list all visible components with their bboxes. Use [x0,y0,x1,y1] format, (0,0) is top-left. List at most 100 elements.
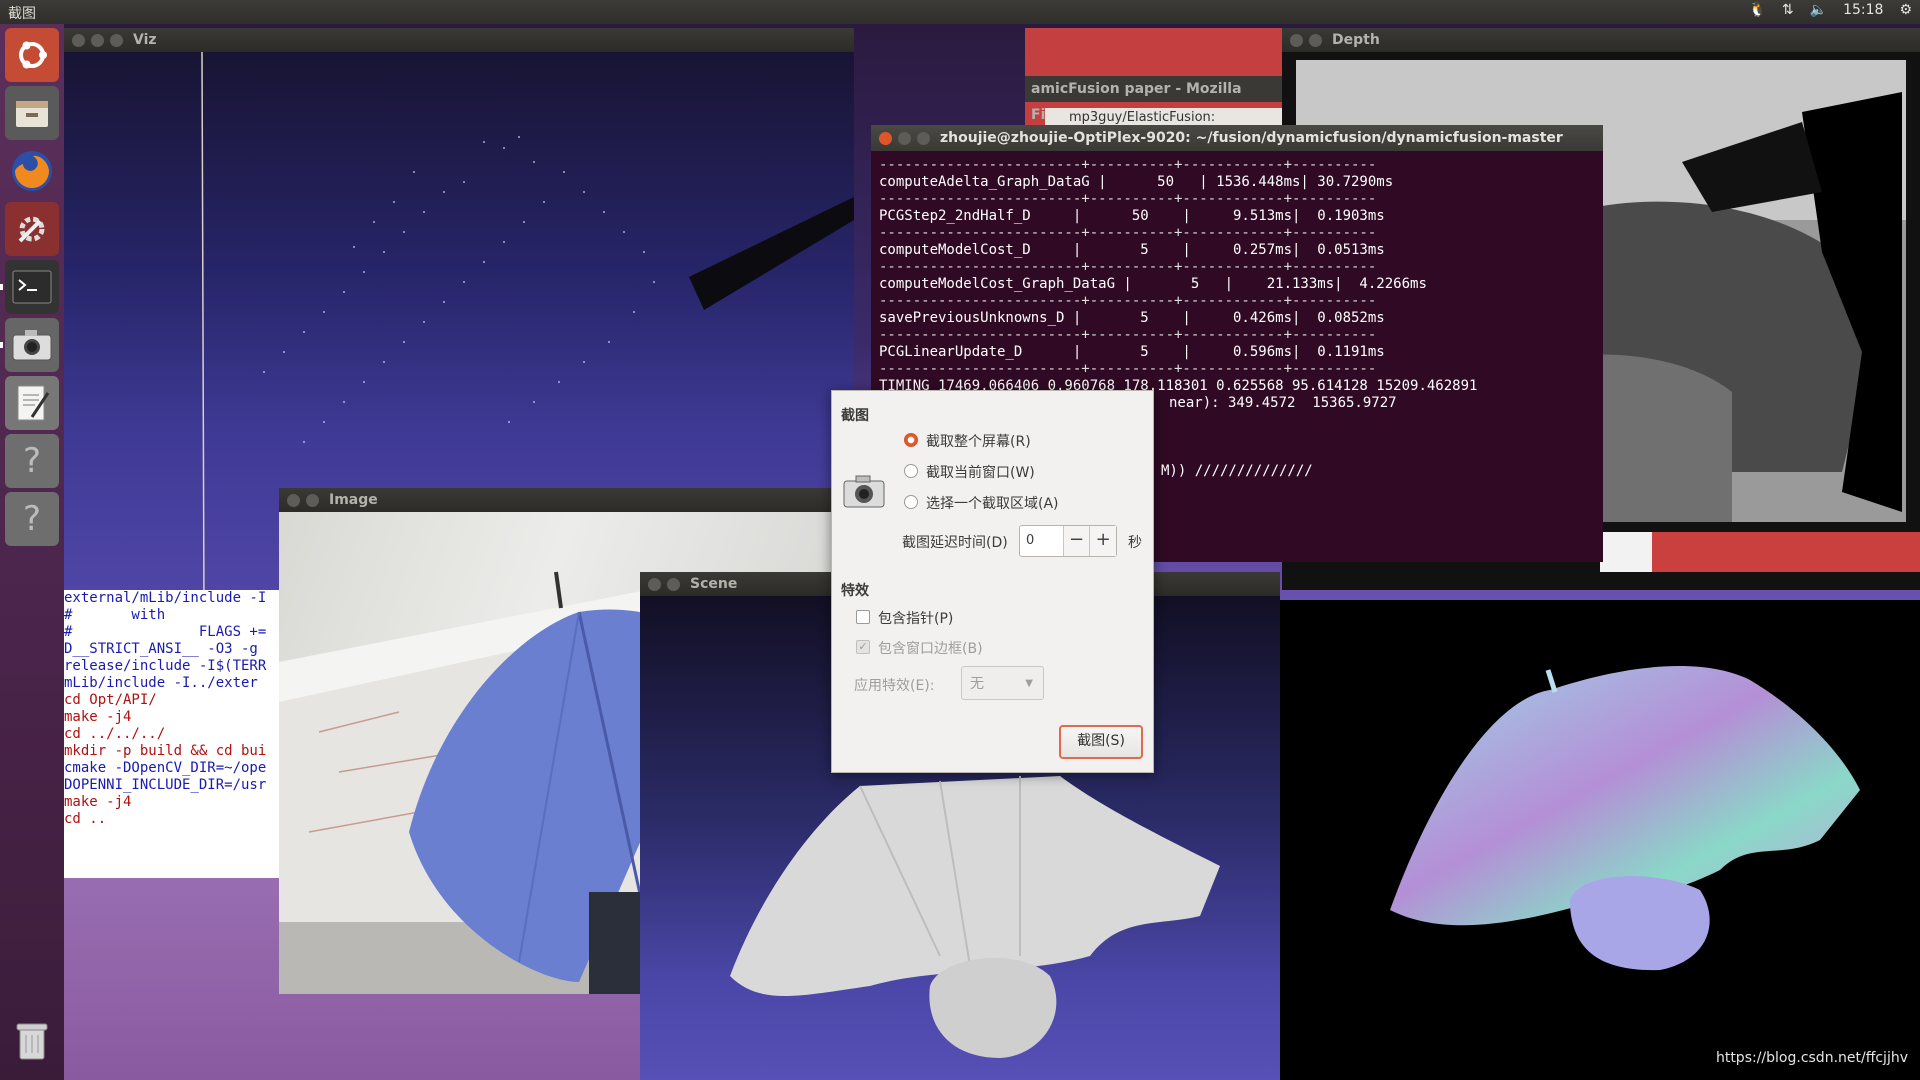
depth-titlebar[interactable]: Depth [1282,28,1920,52]
clock[interactable]: 15:18 [1843,2,1883,18]
viz-title: Viz [133,32,157,48]
table-separator: ------------------------+----------+----… [879,191,1377,207]
close-icon[interactable] [648,577,661,591]
code-line: external/mLib/include -I [64,590,267,606]
image-title: Image [329,492,378,508]
table-separator: ------------------------+----------+----… [879,225,1377,241]
code-line: cd .. [64,811,107,827]
active-app-title: 截图 [8,6,36,22]
radio-select-area[interactable] [904,495,918,509]
viz-titlebar[interactable]: Viz [64,28,854,52]
system-tray: 🐧 ⇅ 🔈 15:18 ⚙ [1748,2,1912,18]
radio-label-whole-screen: 截取整个屏幕(R) [926,434,1031,450]
text-editor-icon[interactable] [5,376,59,430]
launcher: ? ? [0,24,64,1080]
delay-value[interactable]: 0 [1020,526,1063,556]
delay-spinner[interactable]: 0 − + [1019,525,1117,557]
firefox-titlebar[interactable]: amicFusion paper - Mozilla Firefox [1025,76,1283,123]
table-separator: ------------------------+----------+----… [879,327,1377,343]
table-row: computeModelCost_Graph_DataG | 5 | 21.13… [879,276,1427,292]
keyboard-icon[interactable]: 🐧 [1748,2,1765,18]
code-line: mLib/include -I../exter [64,675,258,691]
minimize-icon[interactable] [1309,33,1322,47]
decrement-button[interactable]: − [1062,526,1090,556]
take-screenshot-button[interactable]: 截图(S) [1059,725,1143,759]
code-line: cd ../../../ [64,726,166,742]
code-line: make -j4 [64,794,132,810]
network-icon[interactable]: ⇅ [1782,2,1794,18]
normals-render [1280,600,1920,1080]
code-line: mkdir -p build && cd bui [64,743,267,759]
depth-title: Depth [1332,32,1380,48]
table-row: PCGStep2_2ndHalf_D | 50 | 9.513ms| 0.190… [879,208,1385,224]
screenshot-icon[interactable] [5,318,59,372]
firefox-window: amicFusion paper - Mozilla Firefox mp3gu… [1025,28,1283,128]
firefox-icon[interactable] [5,144,59,198]
table-row: computeModelCost_D | 5 | 0.257ms| 0.0513… [879,242,1385,258]
include-pointer-label: 包含指针(P) [878,611,954,627]
maximize-icon[interactable] [110,33,123,47]
terminal-icon[interactable] [5,260,59,314]
trash-icon[interactable] [5,1014,59,1068]
running-indicator [0,342,3,348]
background-window-fragment [1600,532,1652,572]
code-line: release/include -I$(TERR [64,658,267,674]
camera-icon [842,473,886,513]
include-border-label: 包含窗口边框(B) [878,641,983,657]
apply-effect-combo[interactable]: 无 ▼ [961,666,1044,700]
ubuntu-icon[interactable] [5,28,59,82]
maximize-icon[interactable] [917,131,930,145]
code-line: # with [64,607,166,623]
capture-section-title: 截图 [841,408,869,424]
code-line: DOPENNI_INCLUDE_DIR=/usr [64,777,267,793]
minimize-icon[interactable] [91,33,104,47]
terminal-titlebar[interactable]: zhoujie@zhoujie-OptiPlex-9020: ~/fusion/… [871,125,1603,151]
volume-icon[interactable]: 🔈 [1810,2,1827,18]
chevron-down-icon: ▼ [1025,678,1033,689]
code-line: cmake -DOpenCV_DIR=~/ope [64,760,267,776]
close-icon[interactable] [72,33,85,47]
help-icon[interactable]: ? [5,492,59,546]
effects-section-title: 特效 [841,583,869,599]
minimize-icon[interactable] [667,577,680,591]
delay-unit: 秒 [1128,535,1142,551]
radio-label-select-area: 选择一个截取区域(A) [926,496,1059,512]
terminal-title: zhoujie@zhoujie-OptiPlex-9020: ~/fusion/… [940,130,1563,146]
include-pointer-checkbox[interactable] [856,610,870,624]
table-separator: ------------------------+----------+----… [879,259,1377,275]
radio-label-current-window: 截取当前窗口(W) [926,465,1035,481]
radio-whole-screen[interactable] [904,433,918,447]
files-icon[interactable] [5,86,59,140]
minimize-icon[interactable] [306,493,319,507]
code-line: cd Opt/API/ [64,692,157,708]
apply-effect-value: 无 [970,676,984,692]
close-icon[interactable] [879,131,892,145]
increment-button[interactable]: + [1089,526,1117,556]
running-indicator [0,284,3,290]
table-row: PCGLinearUpdate_D | 5 | 0.596ms| 0.1191m… [879,344,1385,360]
code-line: D__STRICT_ANSI__ -O3 -g [64,641,258,657]
help-icon[interactable]: ? [5,434,59,488]
table-separator: ------------------------+----------+----… [879,157,1377,173]
watermark: https://blog.csdn.net/ffcjjhv [1715,1050,1908,1066]
table-row: computeAdelta_Graph_DataG | 50 | 1536.44… [879,174,1394,190]
gear-icon[interactable]: ⚙ [1899,2,1912,18]
radio-current-window[interactable] [904,464,918,478]
delay-label: 截图延迟时间(D) [902,535,1008,551]
minimize-icon[interactable] [898,131,911,145]
table-row: savePreviousUnknowns_D | 5 | 0.426ms| 0.… [879,310,1385,326]
top-panel: 截图 🐧 ⇅ 🔈 15:18 ⚙ [0,0,1920,24]
close-icon[interactable] [287,493,300,507]
code-editor[interactable]: external/mLib/include -I # with # FLAGS … [64,590,282,878]
image-titlebar[interactable]: Image [279,488,839,512]
close-icon[interactable] [1290,33,1303,47]
settings-icon[interactable] [5,202,59,256]
screenshot-dialog: 截图 截取整个屏幕(R) 截取当前窗口(W) 选择一个截取区域(A) 截图延迟时… [831,390,1154,773]
code-line: # FLAGS += [64,624,267,640]
code-line: make -j4 [64,709,132,725]
table-separator: ------------------------+----------+----… [879,293,1377,309]
background-window-fragment [1652,532,1920,572]
scene-title: Scene [690,576,738,592]
include-border-checkbox[interactable]: ✓ [856,640,870,654]
table-separator: ------------------------+----------+----… [879,361,1377,377]
